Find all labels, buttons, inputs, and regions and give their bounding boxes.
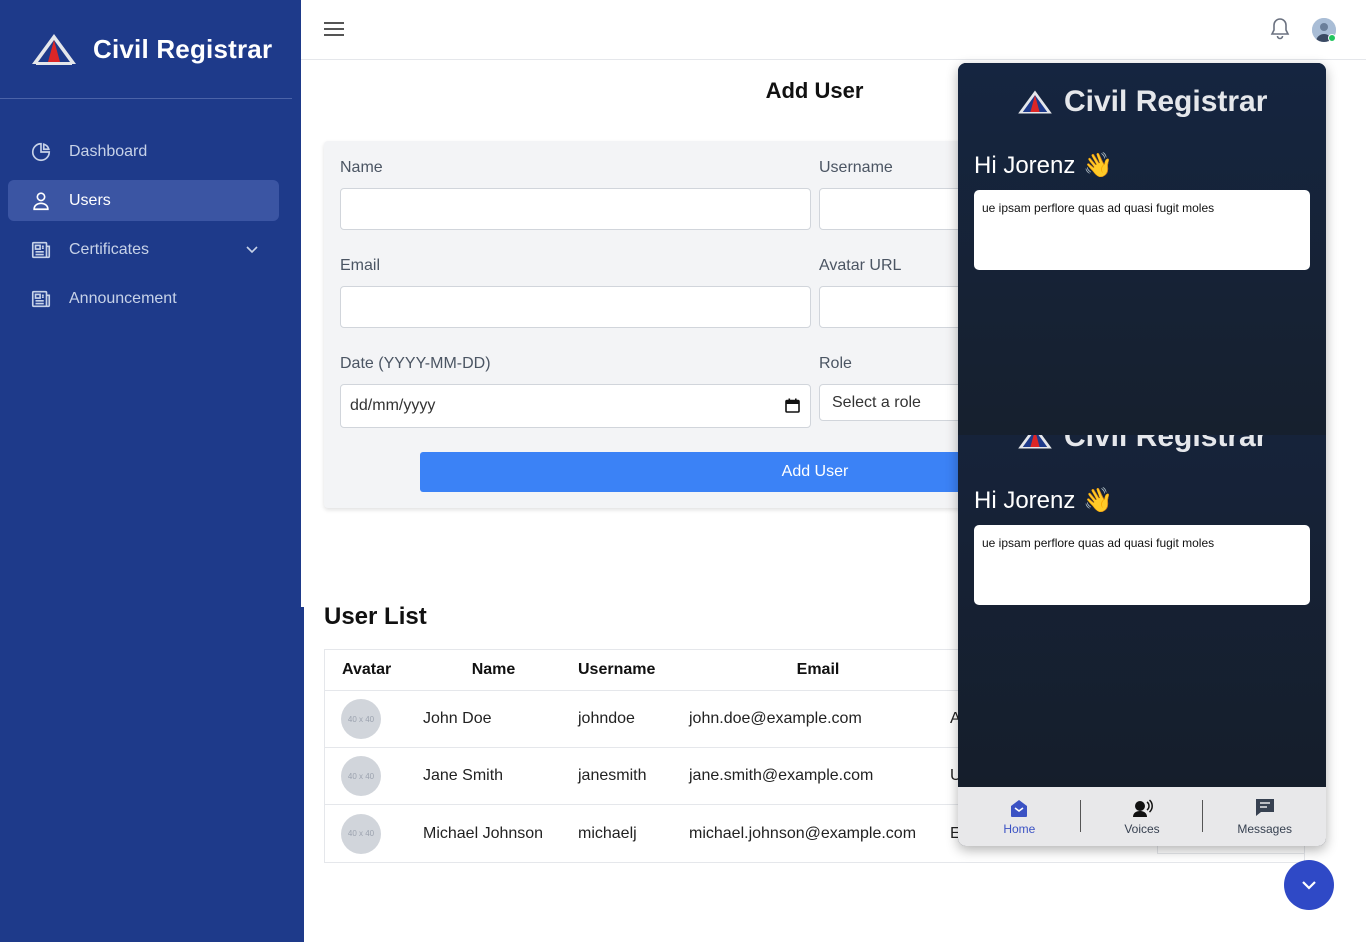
avatar-placeholder: 40 x 40 <box>341 813 381 854</box>
message-icon <box>1255 799 1274 816</box>
chat-brand: Civil Registrar <box>1016 85 1267 119</box>
user-username: johndoe <box>578 710 635 727</box>
date-placeholder: dd/mm/yyyy <box>350 397 436 414</box>
sidebar-item-certificates[interactable]: Certificates <box>8 229 279 270</box>
chat-tab-bar: Home Voices Messages <box>958 787 1326 846</box>
wave-emoji: 👋 <box>1083 152 1114 179</box>
chat-tab-label: Voices <box>1124 822 1160 836</box>
chat-tab-label: Home <box>1003 822 1036 836</box>
logo-icon <box>1018 90 1052 114</box>
topbar <box>301 0 1366 60</box>
chat-toggle-button[interactable] <box>1284 860 1334 910</box>
pie-chart-icon <box>30 141 52 163</box>
avatar-url-label: Avatar URL <box>819 257 902 274</box>
sidebar-item-label: Users <box>69 191 111 209</box>
sidebar-nav: Dashboard Users Certificates Announcemen… <box>0 99 301 319</box>
role-label: Role <box>819 355 852 372</box>
brand[interactable]: Civil Registrar <box>0 0 292 99</box>
chevron-down-icon[interactable] <box>245 242 259 256</box>
sidebar-item-label: Announcement <box>69 289 177 307</box>
chat-brand: Civil Registrar <box>1016 435 1267 454</box>
username-label: Username <box>819 159 893 176</box>
user-icon <box>30 190 52 212</box>
column-header-username: Username <box>578 661 656 678</box>
sidebar-item-users[interactable]: Users <box>8 180 279 221</box>
user-name: Jane Smith <box>423 767 504 784</box>
sidebar-edge <box>301 607 304 942</box>
date-label: Date (YYYY-MM-DD) <box>340 355 491 372</box>
name-input[interactable] <box>340 188 811 230</box>
role-select-value: Select a role <box>832 393 921 411</box>
date-input[interactable]: dd/mm/yyyy <box>340 384 811 428</box>
voice-icon <box>1133 799 1153 817</box>
brand-title: Civil Registrar <box>93 33 273 64</box>
newspaper-icon <box>30 288 52 310</box>
email-input[interactable] <box>340 286 811 328</box>
chat-message-card[interactable]: ue ipsam perflore quas ad quasi fugit mo… <box>974 190 1310 270</box>
newspaper-icon <box>30 239 52 261</box>
user-email: michael.johnson@example.com <box>689 824 917 842</box>
sidebar: Civil Registrar Dashboard Users Certific… <box>0 0 301 942</box>
online-status-dot <box>1328 34 1336 42</box>
user-name: John Doe <box>423 710 492 727</box>
user-email: jane.smith@example.com <box>689 767 874 784</box>
chat-greeting: Hi Jorenz 👋 <box>974 151 1113 180</box>
table-edge <box>1157 846 1305 854</box>
avatar-placeholder: 40 x 40 <box>341 699 381 739</box>
sidebar-item-label: Certificates <box>69 240 150 258</box>
chat-home-pane-duplicate: Civil Registrar Hi Jorenz 👋 ue ipsam per… <box>958 435 1326 787</box>
logo-icon <box>32 34 76 65</box>
chat-brand-title: Civil Registrar <box>1064 85 1268 118</box>
user-email: john.doe@example.com <box>689 710 862 727</box>
column-header-email: Email <box>796 661 840 678</box>
chat-greeting: Hi Jorenz 👋 <box>974 486 1113 515</box>
user-list-title: User List <box>324 603 427 630</box>
column-header-avatar: Avatar <box>342 661 392 678</box>
bell-icon[interactable] <box>1269 17 1291 41</box>
user-username: janesmith <box>578 767 647 784</box>
home-icon <box>1011 800 1028 817</box>
chat-greeting-text: Hi Jorenz <box>974 486 1076 514</box>
chat-brand-title: Civil Registrar <box>1064 435 1268 453</box>
user-name: Michael Johnson <box>423 824 544 842</box>
wave-emoji: 👋 <box>1083 487 1114 514</box>
email-label: Email <box>340 257 381 274</box>
chat-widget: Civil Registrar Hi Jorenz 👋 ue ipsam per… <box>958 63 1326 846</box>
calendar-icon[interactable] <box>785 398 800 413</box>
chat-tab-messages[interactable]: Messages <box>1203 787 1326 846</box>
chevron-down-icon <box>1302 881 1316 890</box>
chat-tab-home[interactable]: Home <box>958 787 1081 846</box>
chat-home-pane: Civil Registrar Hi Jorenz 👋 ue ipsam per… <box>958 63 1326 435</box>
chat-greeting-text: Hi Jorenz <box>974 151 1076 179</box>
sidebar-item-announcement[interactable]: Announcement <box>8 278 279 319</box>
chat-message-card[interactable]: ue ipsam perflore quas ad quasi fugit mo… <box>974 525 1310 605</box>
chat-tab-voices[interactable]: Voices <box>1081 787 1204 846</box>
user-username: michaelj <box>578 824 637 842</box>
column-header-name: Name <box>471 661 516 678</box>
avatar-placeholder: 40 x 40 <box>341 756 381 796</box>
logo-icon <box>1018 435 1052 449</box>
sidebar-item-dashboard[interactable]: Dashboard <box>8 131 279 172</box>
name-label: Name <box>340 159 383 176</box>
sidebar-item-label: Dashboard <box>69 142 148 160</box>
chat-tab-label: Messages <box>1237 822 1293 836</box>
hamburger-icon[interactable] <box>323 19 345 39</box>
